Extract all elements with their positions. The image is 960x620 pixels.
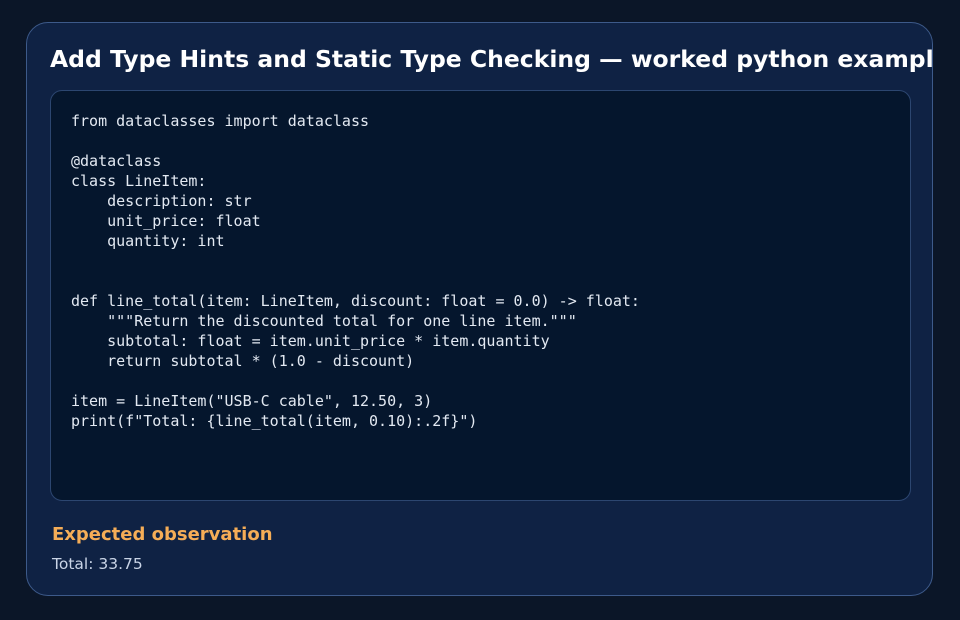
code-block: from dataclasses import dataclass @datac…	[50, 90, 911, 501]
expected-observation-value: Total: 33.75	[52, 555, 143, 573]
code-listing: from dataclasses import dataclass @datac…	[71, 112, 640, 430]
example-card: Add Type Hints and Static Type Checking …	[26, 22, 933, 596]
example-title: Add Type Hints and Static Type Checking …	[50, 45, 933, 73]
expected-observation-heading: Expected observation	[52, 524, 273, 545]
